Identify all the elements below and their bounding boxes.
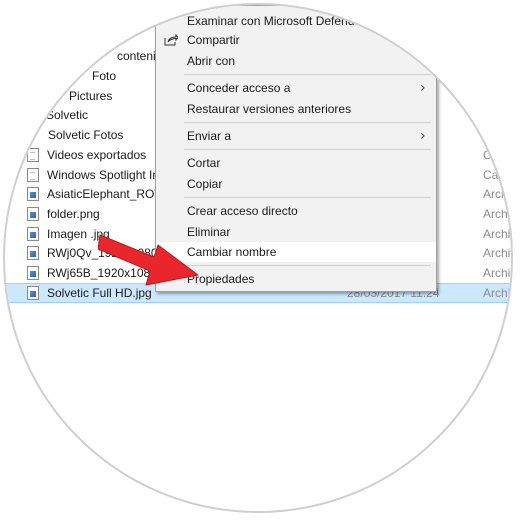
menu-separator	[184, 74, 431, 75]
file-name: Windows Spotlight Im	[47, 168, 163, 182]
image-file-icon	[27, 246, 39, 260]
file-name: Foto	[92, 69, 117, 83]
file-type: Archiv	[483, 207, 511, 221]
file-type: Archiv	[483, 246, 511, 260]
file-icon	[27, 148, 39, 162]
menu-item-label: Enviar a	[187, 129, 232, 143]
file-type: Archiv	[483, 227, 511, 241]
image-file-icon	[27, 207, 39, 221]
image-file-icon	[27, 286, 39, 300]
menu-item-cut[interactable]: Cortar	[156, 153, 436, 173]
menu-item-label: Conceder acceso a	[187, 81, 291, 95]
menu-item-send-to[interactable]: Enviar a ›	[156, 126, 436, 146]
menu-item-create-shortcut[interactable]: Crear acceso directo	[156, 201, 436, 221]
image-file-icon	[27, 266, 39, 280]
file-name: Pictures	[69, 89, 113, 103]
menu-separator	[184, 149, 431, 150]
menu-item-open-with[interactable]: Abrir con	[156, 51, 436, 71]
menu-item-defender[interactable]: Examinar con Microsoft Defender	[156, 9, 436, 29]
submenu-arrow-icon: ›	[420, 128, 426, 144]
file-name: folder.png	[47, 207, 100, 221]
file-name: Videos exportados	[47, 148, 147, 162]
menu-item-grant-access[interactable]: Conceder acceso a ›	[156, 78, 436, 98]
file-type: Carp	[483, 148, 510, 162]
file-type: Carp	[483, 168, 510, 182]
menu-separator	[184, 122, 431, 123]
menu-separator	[184, 265, 431, 266]
menu-separator	[184, 197, 431, 198]
file-type: Archiv	[483, 286, 511, 300]
file-icon	[27, 168, 39, 182]
file-name: Solvetic Full HD.jpg	[47, 286, 152, 300]
file-type: Archiv	[483, 187, 511, 201]
menu-item-label: Examinar con Microsoft Defender	[187, 14, 366, 28]
menu-item-label: Cortar	[187, 156, 221, 170]
share-icon	[164, 34, 178, 46]
file-name: Solvetic	[46, 108, 89, 122]
menu-item-label: Restaurar versiones anteriores	[187, 102, 352, 116]
menu-item-label: Copiar	[187, 177, 223, 191]
file-type: Archiv	[483, 266, 511, 280]
submenu-arrow-icon: ›	[420, 80, 426, 96]
menu-item-label: Compartir	[187, 33, 240, 47]
menu-item-restore-versions[interactable]: Restaurar versiones anteriores	[156, 99, 436, 119]
file-name: AsiaticElephant_ROW	[47, 187, 166, 201]
file-name: Solvetic Fotos	[48, 128, 124, 142]
red-arrow-icon	[98, 234, 199, 286]
magnifier-lens: contenido Foto Pictures Solvetic Solveti…	[3, 3, 513, 513]
menu-item-label: Crear acceso directo	[187, 204, 298, 218]
menu-item-copy[interactable]: Copiar	[156, 174, 436, 194]
menu-item-share[interactable]: Compartir	[156, 30, 436, 50]
menu-item-label: Abrir con	[187, 54, 236, 68]
image-file-icon	[27, 227, 39, 241]
image-file-icon	[27, 187, 39, 201]
